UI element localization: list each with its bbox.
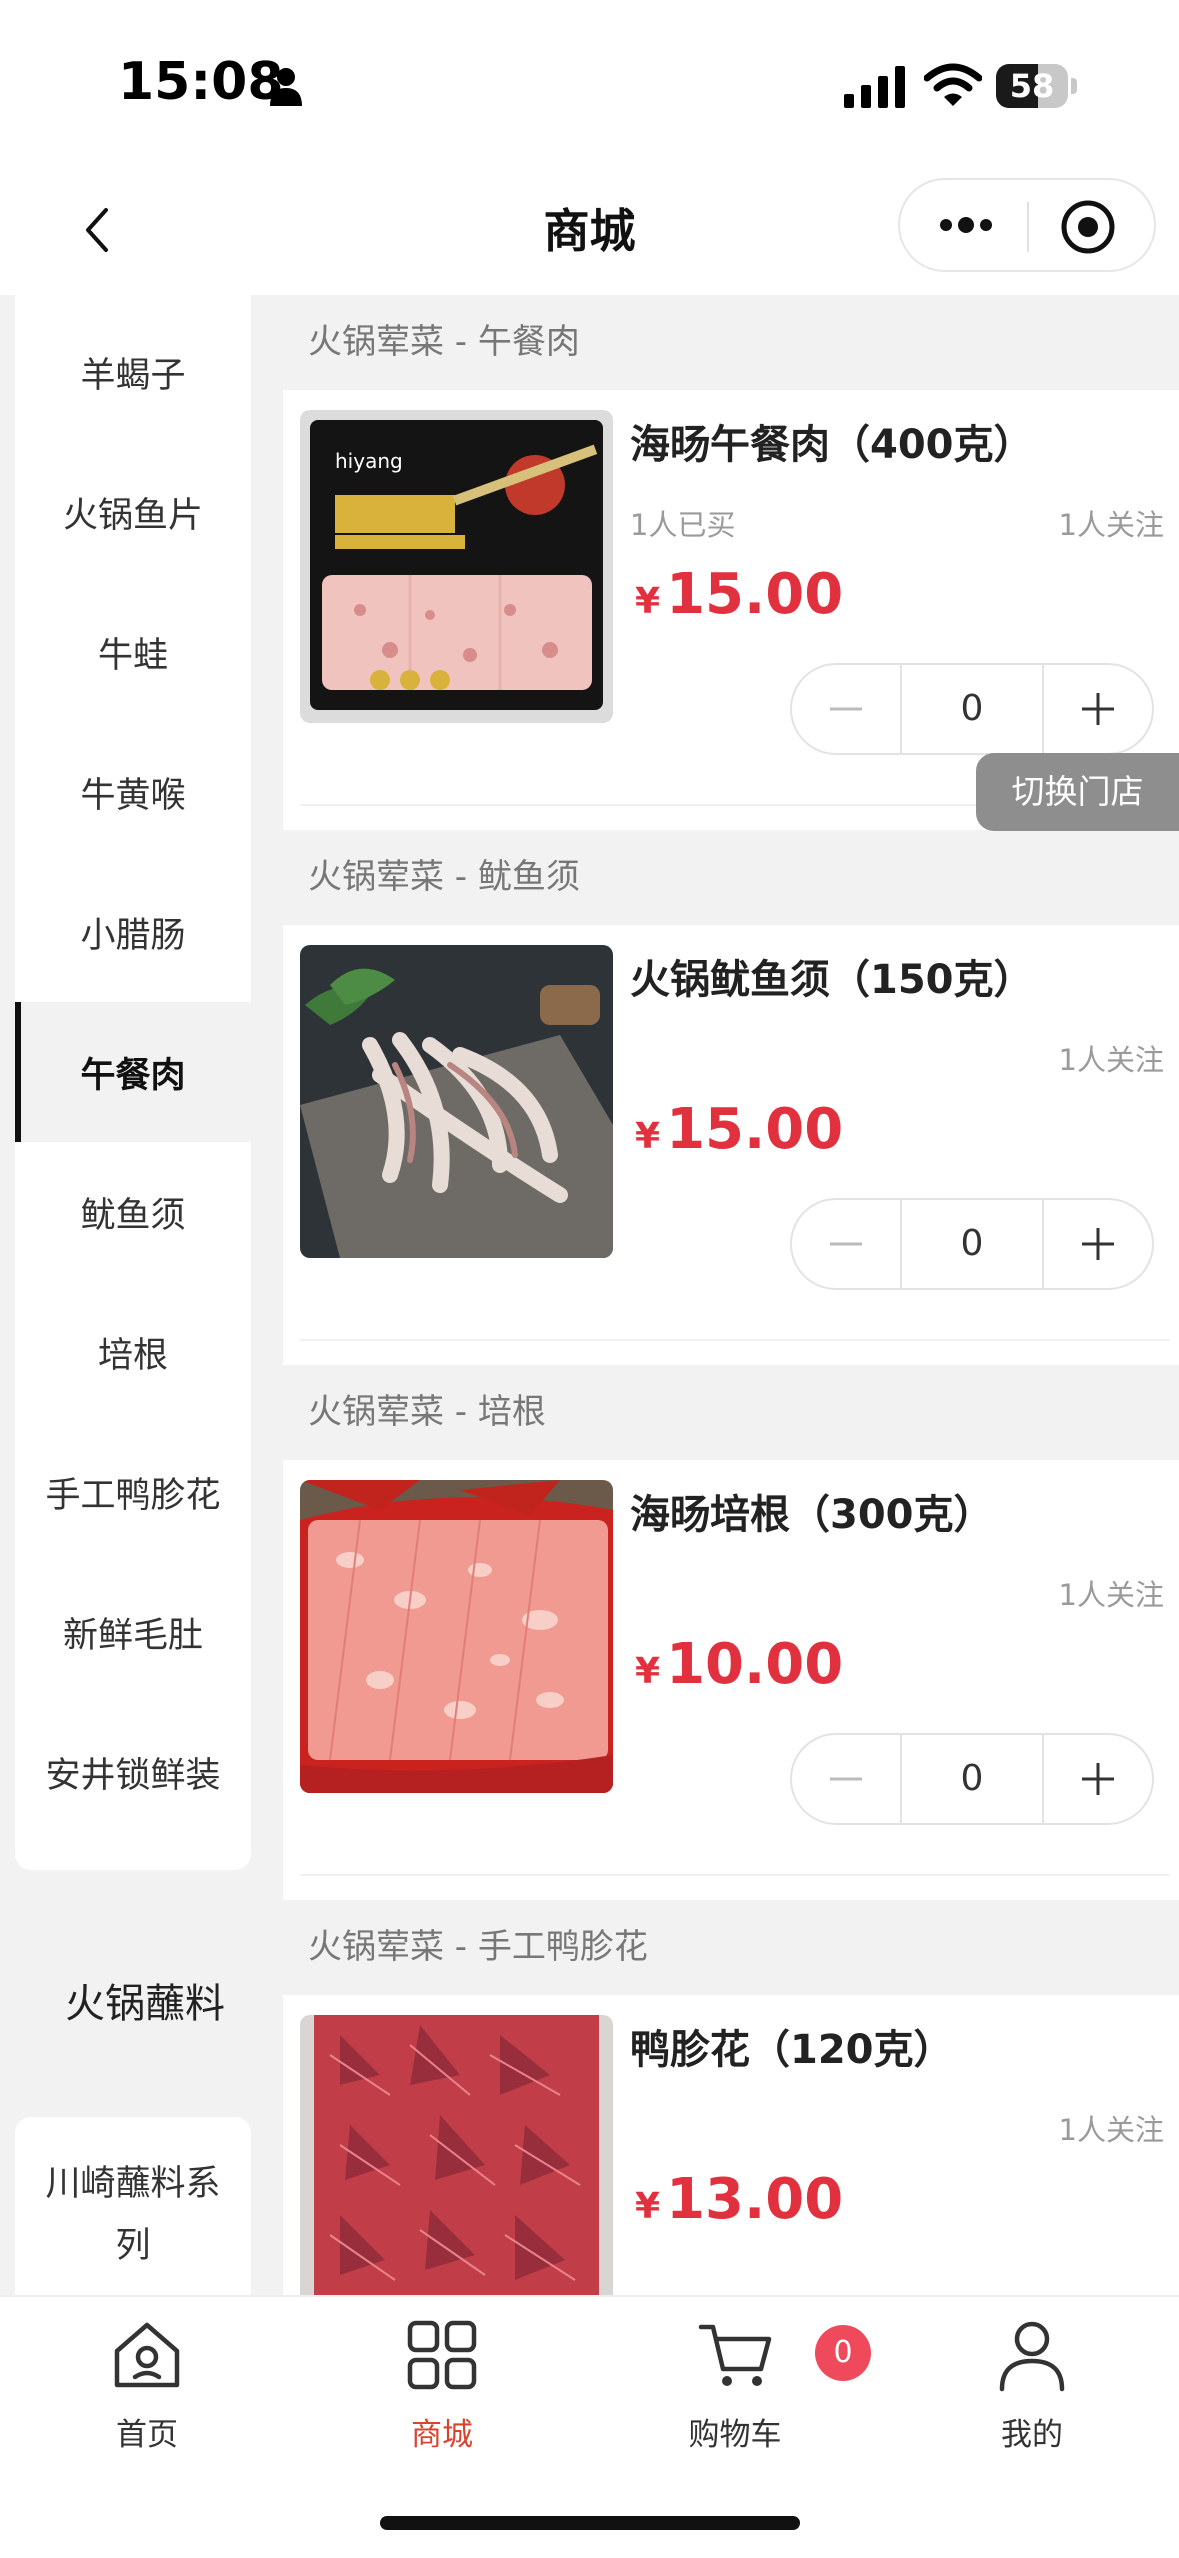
section-header: 火锅荤菜 - 鱿鱼须 — [283, 830, 1179, 925]
product-name[interactable]: 鸭胗花（120克） — [630, 2017, 954, 2075]
battery-icon: 58 — [996, 64, 1078, 108]
product-price: ¥15.00 — [635, 1097, 843, 1162]
decrease-button[interactable] — [792, 1735, 900, 1823]
capsule-divider — [1027, 202, 1029, 252]
sidebar-item-bacon[interactable]: 培根 — [15, 1282, 251, 1422]
plus-icon — [1082, 1228, 1114, 1260]
sidebar-category-sauce[interactable]: 火锅蘸料 — [15, 1935, 275, 2065]
tab-label: 购物车 — [688, 2417, 782, 2453]
quantity-stepper: 0 — [790, 1733, 1154, 1825]
sidebar-item-bullfrog[interactable]: 牛蛙 — [15, 582, 251, 722]
minus-icon — [830, 1777, 862, 1781]
decrease-button[interactable] — [792, 1200, 900, 1288]
cellular-signal-icon — [844, 66, 905, 108]
product-sold-count: 1人已买 — [630, 508, 736, 542]
price-amount: 15.00 — [666, 562, 844, 627]
product-image-squid[interactable] — [300, 945, 613, 1258]
increase-button[interactable] — [1044, 665, 1152, 753]
sidebar-item-tripe[interactable]: 新鲜毛肚 — [15, 1562, 251, 1702]
sidebar-item-luncheon-meat[interactable]: 午餐肉 — [15, 1002, 251, 1142]
quantity-value[interactable]: 0 — [900, 1200, 1044, 1288]
product-divider — [300, 1874, 1170, 1876]
price-amount: 10.00 — [666, 1632, 844, 1697]
quantity-value[interactable]: 0 — [900, 665, 1044, 753]
status-time: 15:08 — [118, 52, 284, 112]
product-name[interactable]: 火锅鱿鱼须（150克） — [630, 947, 1034, 1005]
sidebar-item-label: 川崎蘸料系列 — [45, 2164, 221, 2266]
decrease-button[interactable] — [792, 665, 900, 753]
cart-icon — [698, 2324, 772, 2386]
product-card[interactable]: 海旸培根（300克） 1人关注 ¥10.00 0 — [283, 1460, 1179, 1900]
close-miniprogram-icon[interactable] — [1060, 199, 1116, 255]
minus-icon — [830, 707, 862, 711]
sidebar-item-fish-fillet[interactable]: 火锅鱼片 — [15, 442, 251, 582]
product-name[interactable]: 海旸午餐肉（400克） — [630, 412, 1034, 470]
svg-text:hiyang: hiyang — [335, 449, 403, 473]
product-image-luncheon-meat[interactable]: hiyang — [300, 410, 613, 723]
tab-home[interactable]: 首页 — [47, 2317, 247, 2457]
product-follow-count: 1人关注 — [1058, 1043, 1164, 1077]
sidebar-item-chuanqi-sauce[interactable]: 川崎蘸料系列 — [15, 2135, 251, 2295]
plus-icon — [1082, 1763, 1114, 1795]
minus-icon — [830, 1242, 862, 1246]
product-list: 火锅荤菜 - 午餐肉 hiyang 海旸午餐肉（400克） 1人已买 1人关注 … — [283, 295, 1179, 2328]
product-image-duck-gizzard[interactable] — [300, 2015, 613, 2328]
price-amount: 15.00 — [666, 1097, 844, 1162]
sidebar-item-anjing[interactable]: 安井锁鲜装 — [15, 1702, 251, 1842]
wifi-icon — [924, 63, 982, 106]
product-image-bacon[interactable] — [300, 1480, 613, 1793]
increase-button[interactable] — [1044, 1200, 1152, 1288]
quantity-stepper: 0 — [790, 1198, 1154, 1290]
quantity-value[interactable]: 0 — [900, 1735, 1044, 1823]
product-price: ¥15.00 — [635, 562, 843, 627]
miniprogram-capsule — [898, 178, 1156, 272]
switch-store-button[interactable]: 切换门店 — [976, 753, 1179, 831]
nav-bar: 商城 — [0, 170, 1179, 295]
section-header: 火锅荤菜 - 午餐肉 — [283, 295, 1179, 390]
product-follow-count: 1人关注 — [1058, 1578, 1164, 1612]
person-icon — [999, 2321, 1065, 2392]
currency-symbol: ¥ — [635, 1116, 661, 1157]
tab-label: 我的 — [1001, 2417, 1063, 2453]
currency-symbol: ¥ — [635, 2186, 661, 2227]
product-follow-count: 1人关注 — [1058, 2113, 1164, 2147]
product-name[interactable]: 海旸培根（300克） — [630, 1482, 994, 1540]
status-bar: 15:08 58 — [0, 0, 1179, 170]
sidebar-item-yangxiezi[interactable]: 羊蝎子 — [15, 302, 251, 442]
tab-profile[interactable]: 我的 — [932, 2317, 1132, 2457]
section-header: 火锅荤菜 - 手工鸭胗花 — [283, 1900, 1179, 1995]
currency-symbol: ¥ — [635, 1651, 661, 1692]
more-icon[interactable] — [936, 213, 996, 237]
category-sidebar: 羊蝎子 火锅鱼片 牛蛙 牛黄喉 小腊肠 午餐肉 鱿鱼须 培根 手工鸭胗花 新鲜毛… — [0, 295, 283, 2317]
tab-label: 首页 — [116, 2417, 178, 2453]
battery-percent: 58 — [1009, 67, 1055, 105]
tab-label: 商城 — [411, 2417, 473, 2453]
product-price: ¥10.00 — [635, 1632, 843, 1697]
product-card[interactable]: 火锅鱿鱼须（150克） 1人关注 ¥15.00 0 — [283, 925, 1179, 1365]
currency-symbol: ¥ — [635, 581, 661, 622]
plus-icon — [1082, 693, 1114, 725]
sidebar-item-duck-gizzard[interactable]: 手工鸭胗花 — [15, 1422, 251, 1562]
grid-icon — [407, 2320, 477, 2390]
tab-cart[interactable]: 购物车 — [635, 2317, 835, 2457]
cart-badge: 0 — [815, 2325, 871, 2381]
product-divider — [300, 1339, 1170, 1341]
sidebar-item-squid[interactable]: 鱿鱼须 — [15, 1142, 251, 1282]
quantity-stepper: 0 — [790, 663, 1154, 755]
sidebar-item-beef-aorta[interactable]: 牛黄喉 — [15, 722, 251, 862]
product-price: ¥13.00 — [635, 2167, 843, 2232]
increase-button[interactable] — [1044, 1735, 1152, 1823]
price-amount: 13.00 — [666, 2167, 844, 2232]
person-icon — [270, 68, 302, 106]
sidebar-item-sausage[interactable]: 小腊肠 — [15, 862, 251, 1002]
home-icon — [114, 2322, 180, 2388]
home-indicator — [380, 2516, 800, 2530]
section-header: 火锅荤菜 - 培根 — [283, 1365, 1179, 1460]
tab-mall[interactable]: 商城 — [342, 2317, 542, 2457]
product-follow-count: 1人关注 — [1058, 508, 1164, 542]
